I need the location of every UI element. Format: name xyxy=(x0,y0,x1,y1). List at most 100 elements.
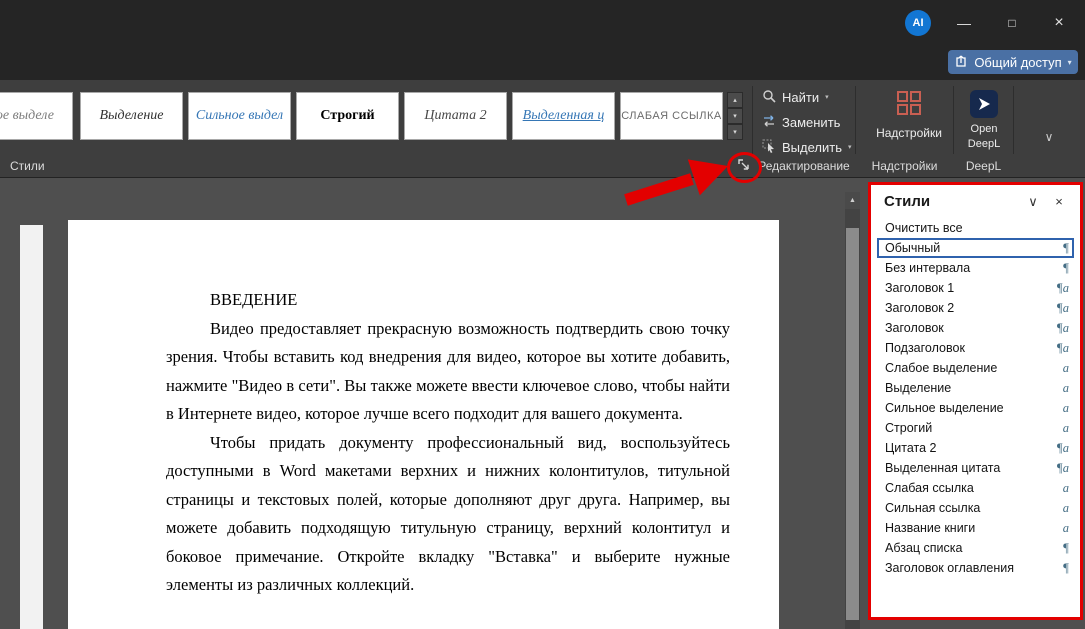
share-button[interactable]: Общий доступ ▾ xyxy=(948,50,1078,74)
style-type-marker: ¶a xyxy=(1056,280,1069,295)
styles-pane-title: Стили xyxy=(884,193,931,210)
style-type-marker: ¶a xyxy=(1056,340,1069,355)
style-item-label: Слабая ссылка xyxy=(885,481,974,495)
deepl-button-label-line1: Open xyxy=(970,123,998,135)
style-gallery-item-quote2[interactable]: Цитата 2 xyxy=(404,92,507,140)
titlebar: AI — □ × Общий доступ ▾ xyxy=(0,0,1085,80)
chevron-down-icon: ▾ xyxy=(847,144,852,151)
styles-group-label: Стили xyxy=(10,159,45,173)
style-item-label: Слабое выделение xyxy=(885,361,998,375)
style-item-list-paragraph[interactable]: Абзац списка ¶ xyxy=(877,538,1074,558)
style-item-quote2[interactable]: Цитата 2 ¶a xyxy=(877,438,1074,458)
style-gallery-item-intense-emphasis[interactable]: Сильное выдел xyxy=(188,92,291,140)
style-item-label: Без интервала xyxy=(885,261,971,275)
chevron-down-icon: ▾ xyxy=(1067,57,1072,67)
style-gallery-item-subtle-reference[interactable]: СЛАБАЯ ССЫЛКА xyxy=(620,92,723,140)
group-divider xyxy=(1013,86,1014,154)
style-item-emphasis[interactable]: Выделение a xyxy=(877,378,1074,398)
style-item-book-title[interactable]: Название книги a xyxy=(877,518,1074,538)
style-item-label: Сильная ссылка xyxy=(885,501,981,515)
group-divider xyxy=(752,86,753,154)
style-item-label: Заголовок оглавления xyxy=(885,561,1014,575)
style-item-no-spacing[interactable]: Без интервала ¶ xyxy=(877,258,1074,278)
style-item-clear-all[interactable]: Очистить все xyxy=(877,218,1074,238)
style-type-marker: ¶ xyxy=(1062,260,1069,275)
style-type-marker: a xyxy=(1062,360,1069,375)
select-label: Выделить xyxy=(782,139,842,155)
find-label: Найти xyxy=(782,89,820,105)
style-item-intense-quote[interactable]: Выделенная цитата ¶a xyxy=(877,458,1074,478)
style-item-subtle-reference[interactable]: Слабая ссылка a xyxy=(877,478,1074,498)
styles-pane: Стили ∨ × Очистить все Обычный ¶ Без инт… xyxy=(868,182,1083,620)
style-type-marker: a xyxy=(1062,520,1069,535)
account-avatar[interactable]: AI xyxy=(905,10,931,36)
document-paragraph[interactable]: Чтобы придать документу профессиональный… xyxy=(166,429,730,600)
styles-dialog-launcher-icon[interactable] xyxy=(737,158,752,173)
scrollbar-thumb[interactable] xyxy=(846,228,859,620)
open-deepl-button[interactable]: Open DeepL xyxy=(956,86,1012,154)
scroll-up-arrow-icon[interactable]: ▲ xyxy=(845,192,860,209)
editing-group-label: Редактирование xyxy=(758,159,850,173)
style-type-marker: ¶a xyxy=(1056,320,1069,335)
share-icon xyxy=(954,54,968,71)
style-item-label: Название книги xyxy=(885,521,976,535)
pane-chevron-down-icon[interactable]: ∨ xyxy=(1020,194,1046,210)
style-type-marker: ¶ xyxy=(1062,560,1069,575)
style-item-subtle-emphasis[interactable]: Слабое выделение a xyxy=(877,358,1074,378)
search-icon xyxy=(762,89,776,106)
style-type-marker: a xyxy=(1062,400,1069,415)
style-gallery-item-emphasis[interactable]: Выделение xyxy=(80,92,183,140)
style-type-marker: ¶a xyxy=(1056,300,1069,315)
styles-pane-header: Стили ∨ × xyxy=(871,185,1080,214)
style-item-title[interactable]: Заголовок ¶a xyxy=(877,318,1074,338)
style-item-label: Выделенная цитата xyxy=(885,461,1001,475)
maximize-button[interactable]: □ xyxy=(996,10,1028,36)
style-item-heading2[interactable]: Заголовок 2 ¶a xyxy=(877,298,1074,318)
word-window: AI — □ × Общий доступ ▾ бое выделе Выдел… xyxy=(0,0,1085,629)
style-gallery-item-intense-quote[interactable]: Выделенная ц xyxy=(512,92,615,140)
style-item-label: Заголовок 1 xyxy=(885,281,955,295)
vertical-scrollbar[interactable]: ▲ xyxy=(845,192,860,629)
style-item-label: Подзаголовок xyxy=(885,341,965,355)
addins-button-label: Надстройки xyxy=(876,126,942,140)
document-workspace: ВВЕДЕНИЕ Видео предоставляет прекрасную … xyxy=(0,178,1085,629)
style-item-strong[interactable]: Строгий a xyxy=(877,418,1074,438)
style-item-heading1[interactable]: Заголовок 1 ¶a xyxy=(877,278,1074,298)
style-type-marker: ¶a xyxy=(1056,460,1069,475)
addins-grid-icon xyxy=(896,90,922,119)
style-item-label: Выделение xyxy=(885,381,952,395)
document-page[interactable]: ВВЕДЕНИЕ Видео предоставляет прекрасную … xyxy=(68,220,779,629)
document-heading[interactable]: ВВЕДЕНИЕ xyxy=(166,286,730,315)
replace-button[interactable]: Заменить xyxy=(758,111,844,133)
style-gallery-item-subtle-emphasis[interactable]: бое выделе xyxy=(0,92,73,140)
style-gallery-item-strong[interactable]: Строгий xyxy=(296,92,399,140)
deepl-group-label: DeepL xyxy=(965,159,1002,173)
vertical-ruler xyxy=(20,225,43,629)
style-type-marker: ¶ xyxy=(1062,540,1069,555)
minimize-button[interactable]: — xyxy=(948,10,980,36)
style-item-intense-reference[interactable]: Сильная ссылка a xyxy=(877,498,1074,518)
style-item-toc-heading[interactable]: Заголовок оглавления ¶ xyxy=(877,558,1074,578)
share-button-label: Общий доступ xyxy=(974,54,1062,70)
deepl-logo-icon xyxy=(970,90,998,118)
addins-group-label: Надстройки xyxy=(871,159,938,173)
gallery-scroll-down-icon[interactable]: ▾ xyxy=(727,108,743,124)
style-item-normal[interactable]: Обычный ¶ xyxy=(877,238,1074,258)
addins-button[interactable]: Надстройки xyxy=(866,86,952,154)
ribbon: бое выделе Выделение Сильное выдел Строг… xyxy=(0,80,1085,178)
pane-close-icon[interactable]: × xyxy=(1046,194,1072,209)
find-button[interactable]: Найти ▾ xyxy=(758,86,833,108)
group-divider xyxy=(953,86,954,154)
chevron-down-icon: ▾ xyxy=(825,94,829,101)
style-item-subtitle[interactable]: Подзаголовок ¶a xyxy=(877,338,1074,358)
replace-icon xyxy=(762,114,776,131)
close-button[interactable]: × xyxy=(1043,10,1075,36)
style-type-marker: a xyxy=(1062,420,1069,435)
style-item-label: Обычный xyxy=(885,241,941,255)
style-type-marker: a xyxy=(1062,500,1069,515)
document-paragraph[interactable]: Видео предоставляет прекрасную возможнос… xyxy=(166,315,730,429)
gallery-scroll-up-icon[interactable]: ▴ xyxy=(727,92,743,108)
gallery-more-icon[interactable]: ▾ xyxy=(727,124,743,140)
style-item-intense-emphasis[interactable]: Сильное выделение a xyxy=(877,398,1074,418)
ribbon-collapse-chevron-icon[interactable]: ∨ xyxy=(1036,126,1062,148)
